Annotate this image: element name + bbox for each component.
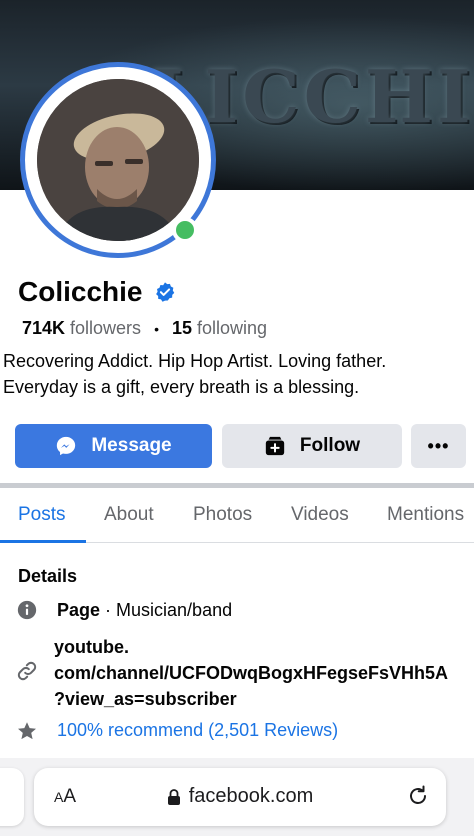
website-link-line: ?view_as=subscriber [54,689,237,709]
follow-button[interactable]: Follow [222,424,402,468]
page-category-text: Page · Musician/band [57,600,232,621]
more-options-button[interactable]: ••• [411,424,466,468]
star-icon [18,722,36,740]
recommend-link[interactable]: 100% recommend (2,501 Reviews) [57,720,338,741]
follow-button-label: Follow [299,435,361,456]
browser-toolbar: AA facebook.com [0,758,474,836]
bio-line: Everyday is a gift, every breath is a bl… [3,377,360,397]
website-link[interactable]: youtube. com/channel/UCFODwqBogxHFegseFs… [54,634,448,712]
stats-separator: • [154,320,159,337]
following-count: 15 [171,318,192,338]
active-tab-indicator [0,540,86,543]
info-icon [17,600,37,620]
previous-tab-card[interactable] [0,768,24,826]
profile-tabs: Posts About Photos Videos Mentions [0,489,474,543]
profile-stats: 714K followers • 15 following [22,318,267,339]
messenger-icon [55,435,77,457]
message-button[interactable]: Message [15,424,212,468]
followers-stat[interactable]: 714K followers [22,318,141,339]
avatar [37,79,199,241]
reload-icon[interactable] [406,784,430,808]
section-divider [0,483,474,488]
profile-name: Colicchie [18,276,143,307]
url-display[interactable]: facebook.com [34,785,446,808]
website-link-line: youtube. [54,637,129,657]
lock-icon [167,788,181,806]
link-icon [17,661,37,681]
tab-about[interactable]: About [104,504,154,526]
url-text: facebook.com [188,785,314,807]
page-label: Page [57,600,101,620]
tab-photos[interactable]: Photos [193,504,252,526]
profile-bio: Recovering Addict. Hip Hop Artist. Lovin… [3,348,473,400]
followers-count: 714K [22,318,66,338]
following-label: following [197,318,268,338]
tab-posts[interactable]: Posts [18,504,66,526]
address-bar[interactable]: AA facebook.com [34,768,446,826]
more-options-label: ••• [427,435,450,456]
verified-badge-icon [156,282,175,302]
website-link-line: com/channel/UCFODwqBogxHFegseFsVHh5A [54,663,449,683]
followers-label: followers [70,318,142,338]
follow-icon [264,435,286,457]
page-category: · Musician/band [100,600,233,620]
avatar-photo-icon [37,79,199,241]
name-row: Colicchie [18,276,176,308]
tab-videos[interactable]: Videos [291,504,349,526]
bio-line: Recovering Addict. Hip Hop Artist. Lovin… [3,351,387,371]
details-heading: Details [18,566,78,586]
online-status-indicator [172,217,198,243]
tab-mentions[interactable]: Mentions [387,504,464,526]
following-stat[interactable]: 15 following [172,318,267,339]
message-button-label: Message [91,435,172,456]
